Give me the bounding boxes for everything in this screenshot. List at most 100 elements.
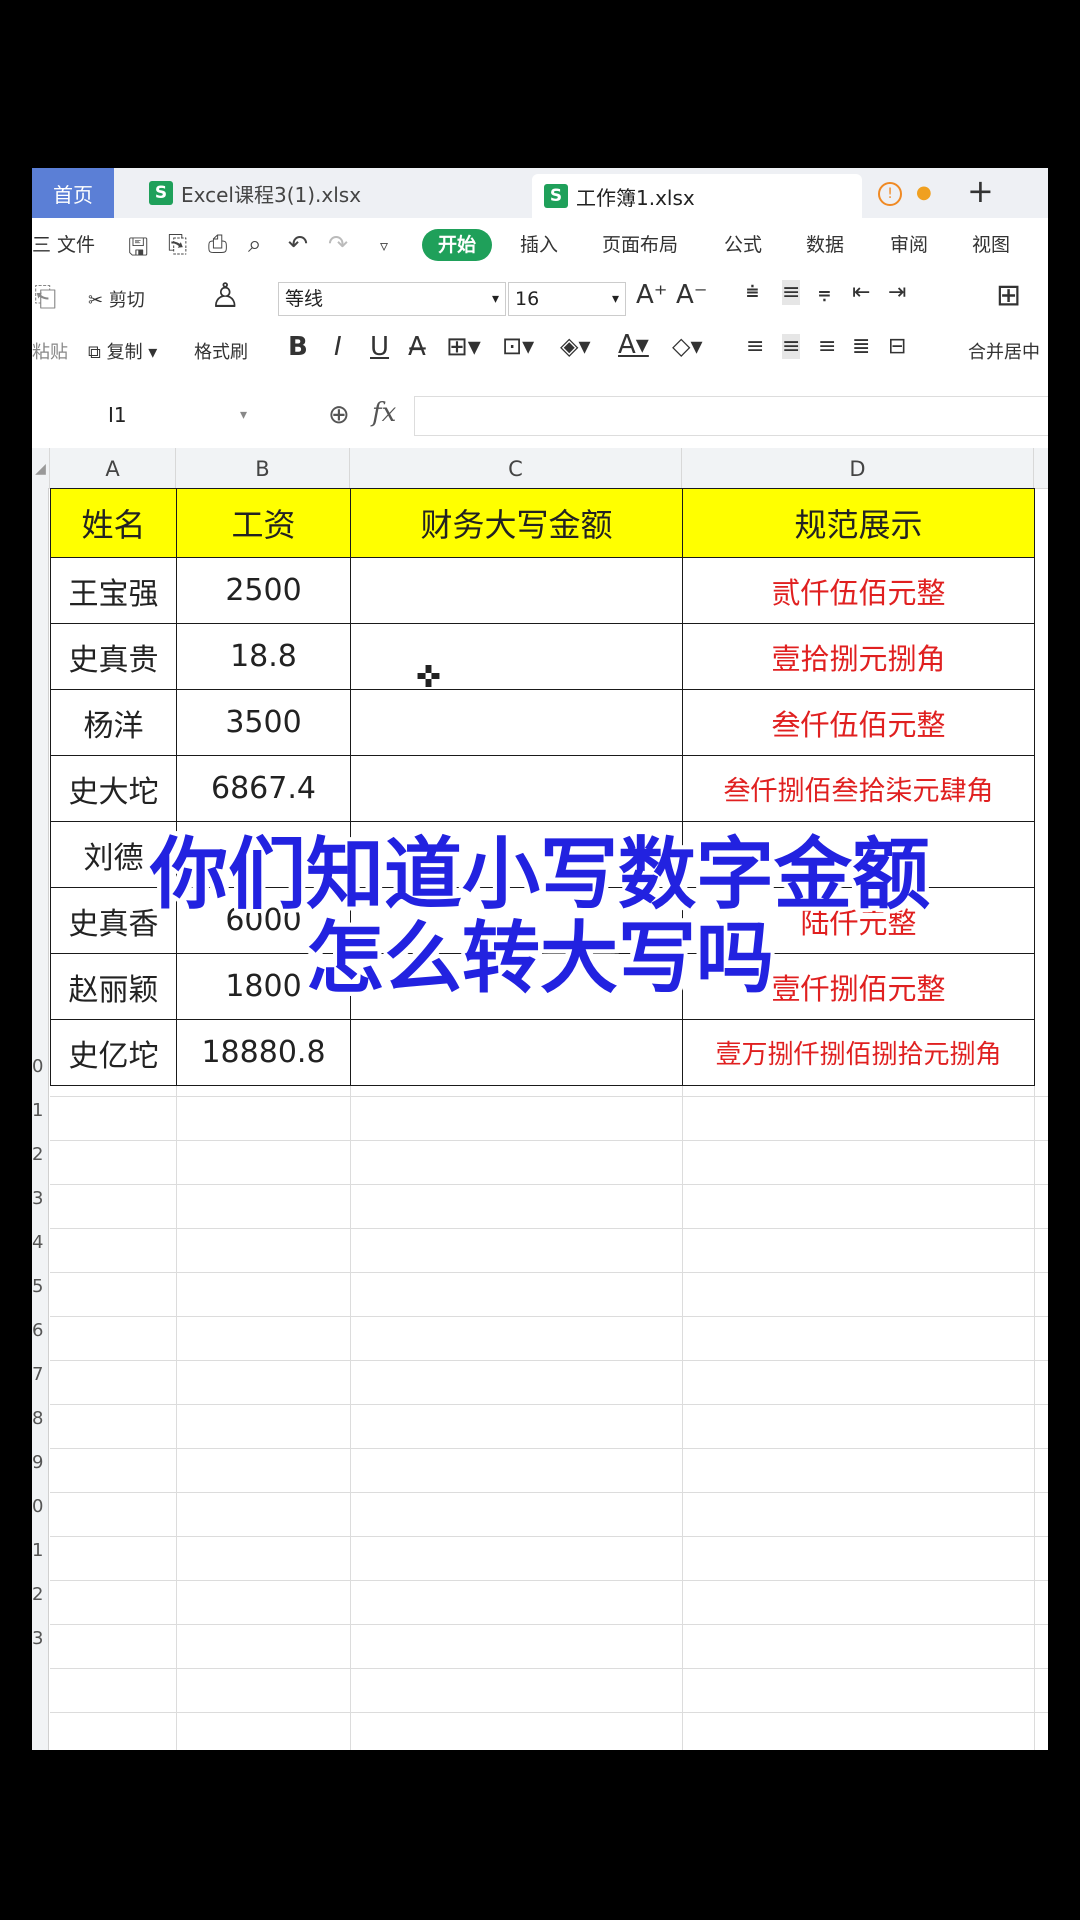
row-number[interactable]: 0	[32, 1056, 48, 1077]
warning-icon[interactable]: !	[878, 182, 902, 206]
cell-uppercase[interactable]	[350, 623, 683, 690]
header-cell-standard-display[interactable]: 规范展示	[682, 488, 1035, 558]
cell-display[interactable]: 壹万捌仟捌佰捌拾元捌角	[682, 1019, 1035, 1086]
bold-icon[interactable]: B	[288, 332, 308, 362]
print-preview-icon[interactable]: ⌕	[248, 230, 261, 258]
row-number[interactable]: 3	[32, 1188, 48, 1209]
chevron-down-icon: ▾	[611, 291, 619, 307]
row-number[interactable]: 1	[32, 1100, 48, 1121]
undo-icon[interactable]: ↶	[288, 230, 308, 258]
strikethrough-icon[interactable]: A̶	[408, 332, 426, 362]
row-number[interactable]: 4	[32, 1232, 48, 1253]
grid-line	[50, 1184, 1048, 1185]
menu-view[interactable]: 视图	[972, 218, 1010, 272]
column-header-c[interactable]: C	[350, 448, 682, 488]
align-center-icon[interactable]: ≡	[782, 334, 801, 359]
cell-name[interactable]: 王宝强	[50, 557, 177, 624]
sheet-grid[interactable]: ◢ A B C D 0 1 2 3 4 5 6 7 8 9 0 1 2 3 姓名…	[32, 448, 1048, 1750]
align-bottom-icon[interactable]: ⩦	[818, 280, 831, 305]
fx-icon[interactable]: fx	[372, 398, 396, 428]
cell-display[interactable]: 叁仟伍佰元整	[682, 689, 1035, 756]
menu-review[interactable]: 审阅	[890, 218, 928, 272]
clear-format-icon[interactable]: ◇▾	[672, 332, 703, 360]
fill-color-icon[interactable]: ◈▾	[560, 332, 591, 360]
column-header-d[interactable]: D	[682, 448, 1034, 488]
row-number[interactable]: 2	[32, 1584, 48, 1605]
font-size-select[interactable]: 16 ▾	[508, 282, 626, 316]
row-number[interactable]: 7	[32, 1364, 48, 1385]
format-painter-button[interactable]: 格式刷	[194, 338, 248, 364]
select-all-corner[interactable]: ◢	[32, 448, 50, 488]
merge-center-button[interactable]: 合并居中	[968, 338, 1040, 364]
italic-icon[interactable]: I	[334, 332, 342, 362]
increase-font-icon[interactable]: A⁺	[636, 280, 668, 310]
cell-name[interactable]: 史亿坨	[50, 1019, 177, 1086]
column-header-b[interactable]: B	[176, 448, 350, 488]
export-icon[interactable]: ⎘	[168, 230, 187, 258]
cell-salary[interactable]: 3500	[176, 689, 351, 756]
align-left-icon[interactable]: ≡	[746, 334, 764, 359]
decrease-indent-icon[interactable]: ⇤	[852, 280, 870, 305]
cell-salary[interactable]: 2500	[176, 557, 351, 624]
cell-display[interactable]: 壹拾捌元捌角	[682, 623, 1035, 690]
distributed-icon[interactable]: ⊟	[888, 334, 906, 359]
column-header-a[interactable]: A	[50, 448, 176, 488]
cut-button[interactable]: ✂ 剪切	[88, 286, 145, 312]
menu-start[interactable]: 开始	[422, 229, 493, 261]
row-number[interactable]: 2	[32, 1144, 48, 1165]
cell-display[interactable]: 贰仟伍佰元整	[682, 557, 1035, 624]
redo-icon[interactable]: ↷	[328, 230, 348, 258]
tab-home[interactable]: 首页	[32, 168, 114, 218]
menu-file[interactable]: 三 文件	[32, 218, 95, 272]
align-middle-icon[interactable]: ≡	[782, 280, 801, 305]
fill-pattern-icon[interactable]: ⊡▾	[502, 332, 534, 360]
menu-formula[interactable]: 公式	[724, 218, 762, 272]
row-number[interactable]: 9	[32, 1452, 48, 1473]
tab-workbook1-label: 工作簿1.xlsx	[576, 185, 695, 210]
cell-salary[interactable]: 18.8	[176, 623, 351, 690]
new-tab-button[interactable]: +	[967, 172, 994, 210]
row-number[interactable]: 6	[32, 1320, 48, 1341]
cell-name[interactable]: 史真贵	[50, 623, 177, 690]
header-cell-salary[interactable]: 工资	[176, 488, 351, 558]
justify-icon[interactable]: ≣	[852, 334, 870, 359]
copy-button[interactable]: ⧉ 复制 ▾	[88, 338, 157, 364]
paste-button[interactable]: 粘贴	[32, 338, 68, 364]
tab-workbook1[interactable]: S 工作簿1.xlsx	[532, 174, 862, 218]
row-number[interactable]: 3	[32, 1628, 48, 1649]
row-number[interactable]: 0	[32, 1496, 48, 1517]
save-icon[interactable]: 🖫	[128, 230, 148, 271]
sheet-file-icon: S	[544, 184, 568, 208]
formula-input[interactable]	[414, 396, 1048, 436]
paste-icon[interactable]: ⎗	[34, 280, 56, 314]
cell-salary[interactable]: 18880.8	[176, 1019, 351, 1086]
name-box[interactable]: I1 ▾	[32, 397, 252, 433]
row-number[interactable]: 1	[32, 1540, 48, 1561]
font-name-select[interactable]: 等线 ▾	[278, 282, 506, 316]
menu-insert[interactable]: 插入	[520, 218, 558, 272]
merge-center-icon[interactable]: ⊞	[996, 278, 1021, 313]
border-icon[interactable]: ⊞▾	[446, 332, 481, 362]
cell-uppercase[interactable]	[350, 689, 683, 756]
format-painter-icon[interactable]: ♙	[210, 276, 240, 316]
row-number[interactable]: 5	[32, 1276, 48, 1297]
customize-dropdown-icon[interactable]: ▿	[380, 236, 388, 255]
increase-indent-icon[interactable]: ⇥	[888, 280, 906, 305]
row-number[interactable]: 8	[32, 1408, 48, 1429]
cell-uppercase[interactable]	[350, 1019, 683, 1086]
align-top-icon[interactable]: ⩧	[746, 280, 759, 305]
cell-name[interactable]: 杨洋	[50, 689, 177, 756]
decrease-font-icon[interactable]: A⁻	[676, 280, 708, 310]
column-header-bar: ◢ A B C D	[32, 448, 1048, 489]
cell-uppercase[interactable]	[350, 557, 683, 624]
menu-page-layout[interactable]: 页面布局	[602, 218, 678, 272]
font-color-icon[interactable]: A▾	[618, 330, 649, 360]
underline-icon[interactable]: U	[370, 332, 389, 362]
tab-excel-course[interactable]: S Excel课程3(1).xlsx ●	[137, 168, 557, 218]
header-cell-finance-uppercase[interactable]: 财务大写金额	[350, 488, 683, 558]
zoom-function-icon[interactable]: ⊕	[328, 400, 350, 430]
print-icon[interactable]: ⎙	[208, 230, 227, 258]
menu-data[interactable]: 数据	[806, 218, 844, 272]
header-cell-name[interactable]: 姓名	[50, 488, 177, 558]
align-right-icon[interactable]: ≡	[818, 334, 836, 359]
